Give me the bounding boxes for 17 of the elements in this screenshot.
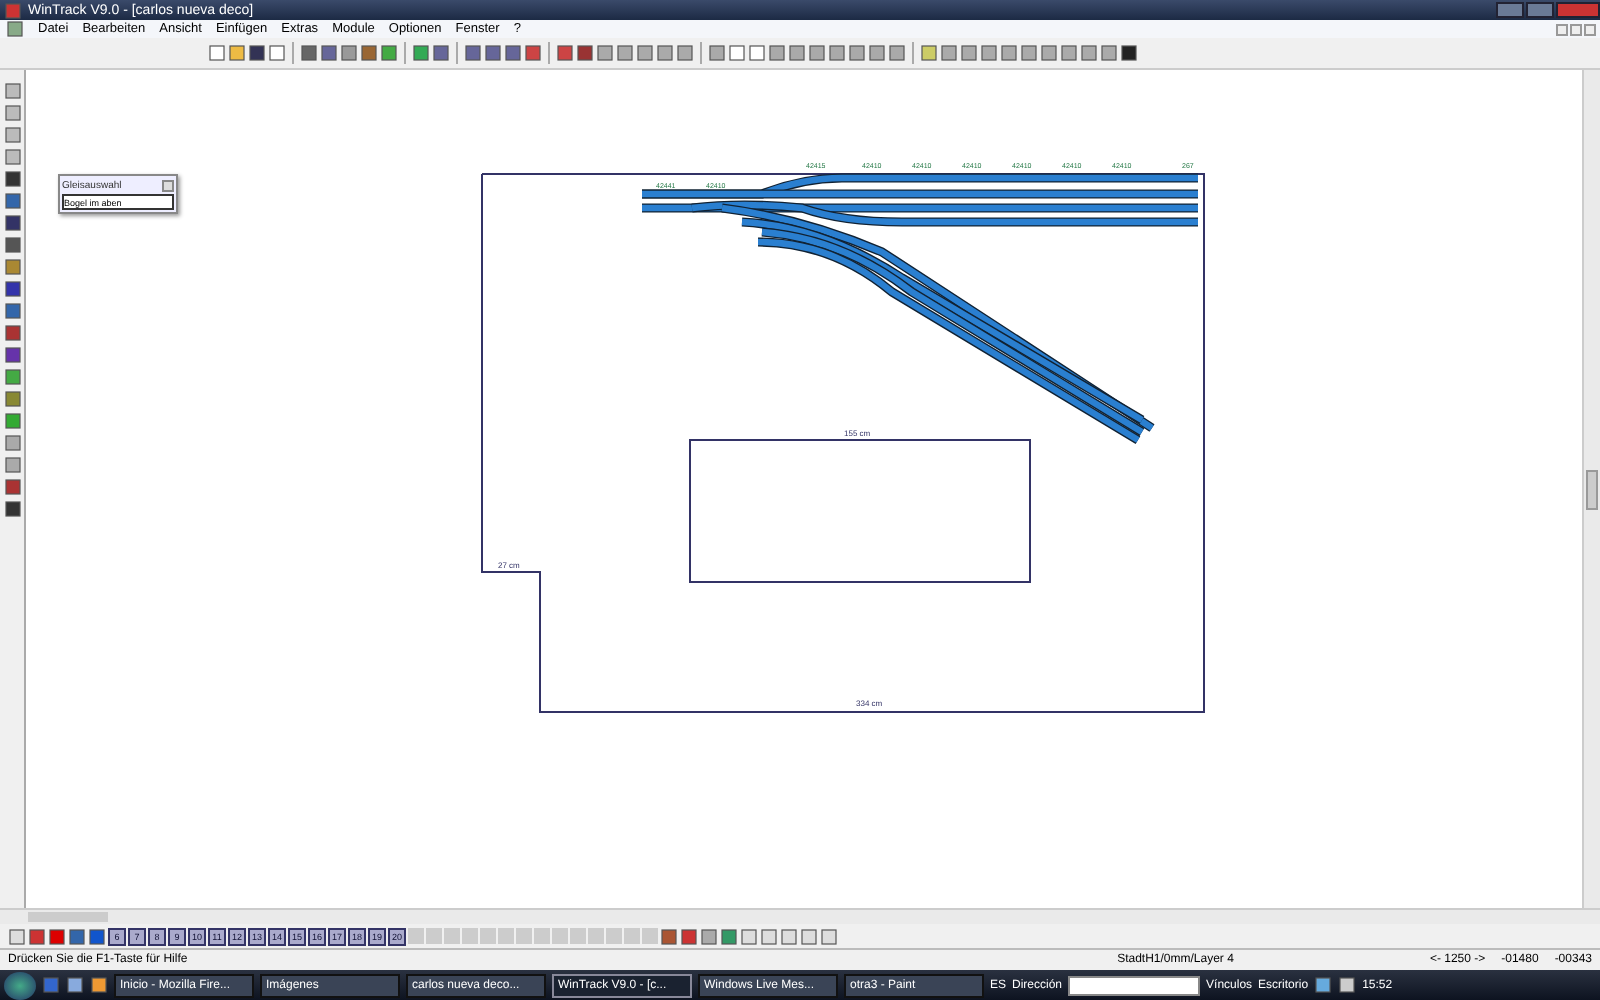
close-button[interactable] <box>1584 23 1596 35</box>
vertical-scrollbar[interactable] <box>1582 70 1600 908</box>
color-swatch-icon[interactable] <box>48 927 66 945</box>
maximize-button[interactable] <box>1526 2 1554 18</box>
minimize-button[interactable] <box>1556 23 1568 35</box>
start-button[interactable] <box>4 971 36 999</box>
color-swatch-icon[interactable] <box>88 927 106 945</box>
app-icon <box>4 1 22 19</box>
restore-button[interactable] <box>1570 23 1582 35</box>
minimize-button[interactable] <box>1496 2 1524 18</box>
scroll-thumb[interactable] <box>28 912 108 922</box>
layer-icon[interactable] <box>68 927 86 945</box>
scroll-thumb[interactable] <box>1586 470 1598 510</box>
panel-close-button[interactable] <box>162 180 174 192</box>
address-field[interactable] <box>1068 975 1201 995</box>
horizontal-scrollbar[interactable] <box>0 908 1600 924</box>
close-button[interactable] <box>1556 2 1600 18</box>
